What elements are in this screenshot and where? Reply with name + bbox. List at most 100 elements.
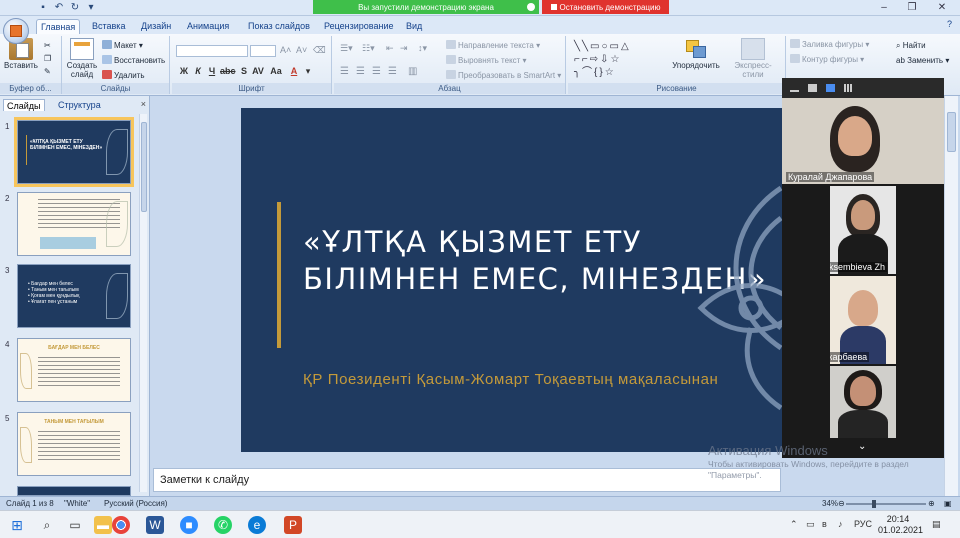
justify-icon[interactable]: ☰ <box>388 66 397 77</box>
redo-icon[interactable]: ↻ <box>68 1 82 14</box>
shape-fill-button[interactable]: Заливка фигуры ▾ <box>790 39 869 50</box>
participant-tile[interactable]: Куралай Джапарова <box>782 98 944 184</box>
font-color-dropdown-icon[interactable]: ▾ <box>302 66 314 77</box>
strikethrough-icon[interactable]: abc <box>220 66 236 77</box>
slide-canvas[interactable]: «ҰЛТҚА ҚЫЗМЕТ ЕТУ БІЛІМНЕН ЕМЕС, МІНЕЗДЕ… <box>241 108 801 452</box>
help-icon[interactable]: ? <box>947 19 952 29</box>
notifications-icon[interactable]: ▤ <box>932 519 941 530</box>
clear-format-icon[interactable]: ⌫ <box>313 45 326 56</box>
zoom-out-icon[interactable]: ⊖ <box>838 499 845 508</box>
editor-scrollbar[interactable] <box>944 96 958 496</box>
edge-icon[interactable]: e <box>248 516 266 534</box>
reset-button[interactable]: Восстановить <box>102 55 165 66</box>
windows-start-icon[interactable]: ⊞ <box>8 516 26 534</box>
align-text-button[interactable]: Выровнять текст ▾ <box>446 55 527 66</box>
volume-icon[interactable]: ♪ <box>838 519 843 529</box>
tab-animation[interactable]: Анимация <box>183 19 233 34</box>
find-button[interactable]: ⌕ Найти <box>896 40 926 51</box>
zoom-app-icon[interactable]: ■ <box>180 516 198 534</box>
slide-thumbnail-2[interactable] <box>17 192 131 256</box>
replace-button[interactable]: ab Заменить ▾ <box>896 55 949 66</box>
minimize-icon[interactable]: – <box>870 1 898 14</box>
slide-thumbnail-3[interactable]: • Бағдар мен белес • Таным мен тағылым •… <box>17 264 131 328</box>
search-icon[interactable]: ⌕ <box>38 516 56 534</box>
participant-tile[interactable] <box>830 366 896 438</box>
quick-styles-button[interactable]: Экспресс-стили <box>724 38 782 79</box>
increase-indent-icon[interactable]: ⇥ <box>400 43 408 54</box>
powerpoint-icon[interactable]: P <box>284 516 302 534</box>
text-direction-button[interactable]: Направление текста ▾ <box>446 40 540 51</box>
battery-icon[interactable]: ▭ <box>806 519 815 530</box>
slide-thumbnail-5[interactable]: ТАНЫМ МЕН ТАҒЫЛЫМ <box>17 412 131 476</box>
tab-slides-panel[interactable]: Слайды <box>3 99 45 111</box>
strip-view-icon[interactable] <box>826 84 835 92</box>
font-name-combo[interactable] <box>176 45 248 57</box>
notes-field[interactable]: Заметки к слайду <box>153 468 781 492</box>
align-left-icon[interactable]: ☰ <box>340 66 349 77</box>
bullets-icon[interactable]: ☰▾ <box>340 43 353 54</box>
delete-slide-button[interactable]: Удалить <box>102 70 145 81</box>
cut-icon[interactable]: ✂ <box>44 40 51 51</box>
clock[interactable]: 20:14 01.02.2021 <box>878 514 923 536</box>
columns-icon[interactable]: ▥ <box>408 66 417 77</box>
tab-design[interactable]: Дизайн <box>137 19 175 34</box>
font-color-icon[interactable]: A <box>288 66 300 77</box>
gallery-view-icon[interactable] <box>844 84 853 92</box>
bold-icon[interactable]: Ж <box>178 66 190 77</box>
arrange-button[interactable]: Упорядочить <box>670 38 722 70</box>
tray-overflow-icon[interactable]: ⌃ <box>790 519 798 530</box>
italic-icon[interactable]: К <box>192 66 204 77</box>
align-center-icon[interactable]: ☰ <box>356 66 365 77</box>
shapes-gallery[interactable]: ╲╲▭○▭△ ⌐⌐⇨⇩☆ ╮⌒{}☆ <box>574 40 664 82</box>
slide-subtitle[interactable]: ҚР Поезиденті Қасым-Жомарт Тоқаевтың мақ… <box>303 370 723 390</box>
copy-icon[interactable]: ❐ <box>44 53 51 64</box>
zoom-level[interactable]: 34% <box>822 499 838 508</box>
fit-slide-icon[interactable]: ▣ <box>944 499 952 508</box>
tab-slideshow[interactable]: Показ слайдов <box>244 19 314 34</box>
font-size-combo[interactable] <box>250 45 276 57</box>
zoom-slider[interactable] <box>846 500 926 508</box>
customize-qat-icon[interactable]: ▾ <box>84 1 98 14</box>
align-right-icon[interactable]: ☰ <box>372 66 381 77</box>
tab-home[interactable]: Главная <box>36 19 81 34</box>
format-painter-icon[interactable]: ✎ <box>44 66 51 77</box>
minimize-icon[interactable] <box>790 90 799 92</box>
whatsapp-icon[interactable]: ✆ <box>214 516 232 534</box>
close-icon[interactable]: ✕ <box>928 1 956 14</box>
scrollbar-thumb[interactable] <box>947 112 956 152</box>
line-spacing-icon[interactable]: ↕▾ <box>418 43 427 54</box>
language-status[interactable]: Русский (Россия) <box>104 499 167 508</box>
case-icon[interactable]: Aa <box>270 66 282 77</box>
slide-thumbnail-4[interactable]: БАҒДАР МЕН БЕЛЕС <box>17 338 131 402</box>
word-icon[interactable]: W <box>146 516 164 534</box>
slide-thumbnail-1[interactable]: «ҰЛТҚА ҚЫЗМЕТ ЕТУ БІЛІМНЕН ЕМЕС, МІНЕЗДЕ… <box>14 117 134 187</box>
grow-font-icon[interactable]: A˄ <box>280 45 291 56</box>
undo-icon[interactable]: ↶ <box>52 1 66 14</box>
panel-close-icon[interactable]: × <box>141 99 146 109</box>
task-view-icon[interactable]: ▭ <box>66 516 84 534</box>
underline-icon[interactable]: Ч <box>206 66 218 77</box>
zoom-slider-thumb[interactable] <box>872 500 876 508</box>
speaker-view-icon[interactable] <box>808 84 817 92</box>
tab-review[interactable]: Рецензирование <box>320 19 398 34</box>
tab-view[interactable]: Вид <box>402 19 426 34</box>
decrease-indent-icon[interactable]: ⇤ <box>386 43 394 54</box>
shape-outline-button[interactable]: Контур фигуры ▾ <box>790 54 864 65</box>
save-icon[interactable]: ▪ <box>36 1 50 14</box>
chrome-icon[interactable] <box>112 516 130 534</box>
language-indicator[interactable]: РУС <box>854 519 872 529</box>
bluetooth-icon[interactable]: ʙ <box>822 519 827 529</box>
numbering-icon[interactable]: ☷▾ <box>362 43 375 54</box>
tab-outline-panel[interactable]: Структура <box>55 99 104 111</box>
stop-share-button[interactable]: Остановить демонстрацию <box>542 0 669 14</box>
smartart-button[interactable]: Преобразовать в SmartArt ▾ <box>446 70 561 81</box>
slides-panel-scrollbar[interactable] <box>139 114 147 492</box>
slide-thumbnail-6[interactable] <box>17 486 131 496</box>
participant-tile[interactable]: Жанар Инкарбаева <box>830 276 896 364</box>
layout-button[interactable]: Макет ▾ <box>102 40 143 51</box>
create-slide-button[interactable]: Создать слайд <box>64 38 100 79</box>
office-button[interactable] <box>3 18 29 44</box>
shadow-icon[interactable]: S <box>238 66 250 77</box>
shrink-font-icon[interactable]: A˅ <box>296 45 307 56</box>
scrollbar-thumb[interactable] <box>141 122 147 212</box>
